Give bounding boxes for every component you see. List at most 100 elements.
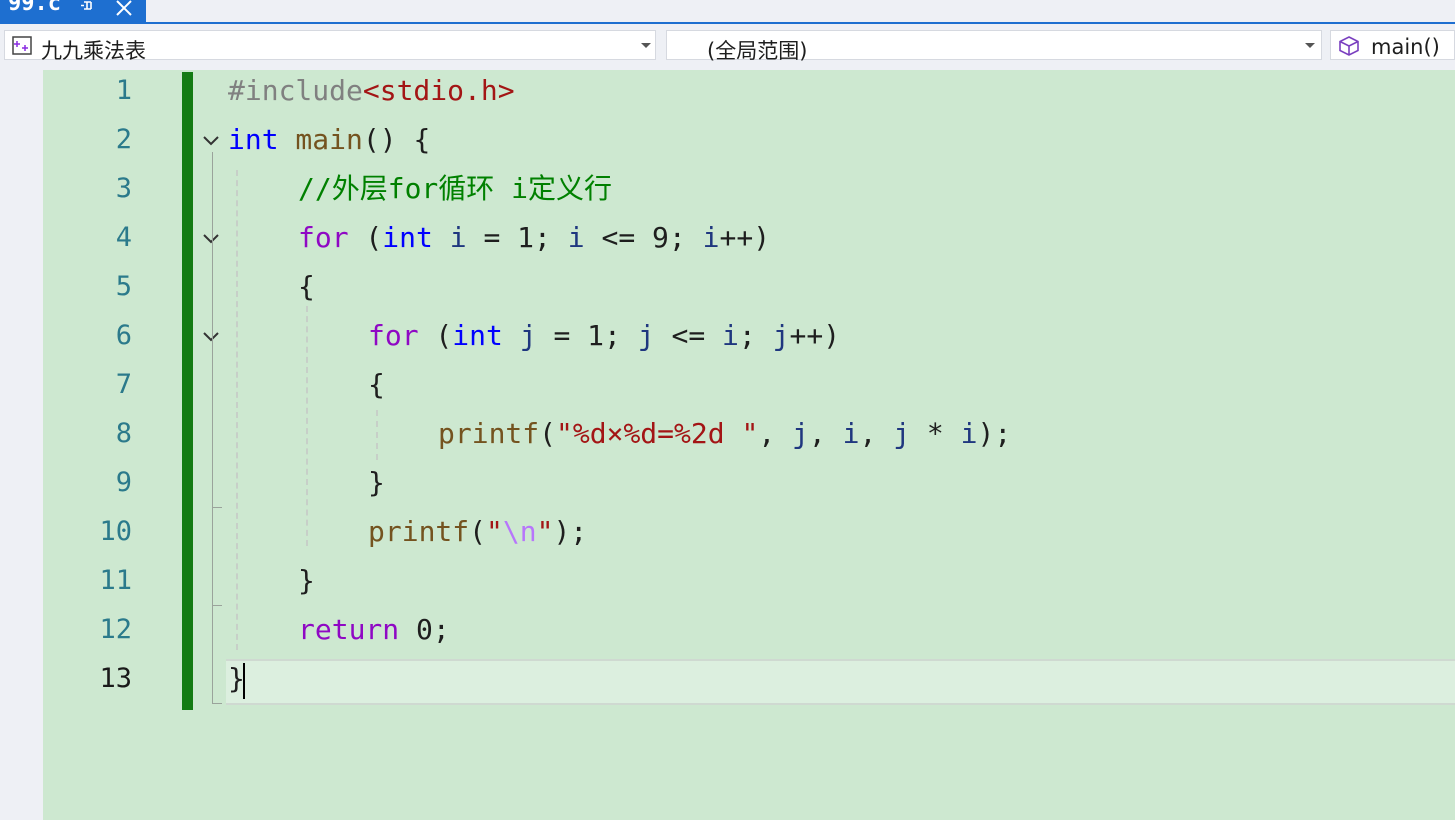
chevron-down-icon[interactable] — [641, 43, 651, 48]
punctuation: ( — [469, 515, 487, 548]
fold-region-end — [212, 703, 222, 704]
close-icon[interactable] — [114, 0, 134, 18]
indent-guide — [306, 306, 308, 546]
code-line-5[interactable]: { — [298, 272, 315, 302]
fold-chevron-icon[interactable] — [202, 232, 220, 246]
punctuation: * — [910, 417, 961, 450]
line-number: 12 — [99, 614, 132, 645]
navigation-bar: 九九乘法表 (全局范围) main() — [0, 24, 1455, 70]
fold-chevron-icon[interactable] — [202, 330, 220, 344]
punctuation: ++) — [719, 221, 771, 254]
punctuation: = 1; — [536, 319, 638, 352]
change-tracking-bar — [182, 72, 193, 710]
scope-label: (全局范围) — [707, 39, 808, 63]
variable: j — [772, 319, 790, 352]
line-number: 4 — [115, 222, 132, 253]
tab-strip: 99.c — [0, 0, 1455, 24]
punctuation: ++) — [789, 319, 841, 352]
punctuation: ); — [977, 417, 1012, 450]
file-tab-99c[interactable]: 99.c — [0, 0, 146, 22]
punctuation: ( — [418, 319, 453, 352]
code-line-8[interactable]: printf("%d×%d=%2d ", j, i, j * i); — [438, 419, 1011, 449]
string-literal: "%d×%d=%2d " — [556, 417, 759, 450]
fold-region-end — [212, 605, 222, 606]
preprocessor: #include — [228, 74, 363, 107]
punctuation: 0; — [399, 613, 450, 646]
punctuation: ( — [348, 221, 383, 254]
fold-chevron-icon[interactable] — [202, 134, 220, 148]
variable: i — [567, 221, 585, 254]
code-line-7[interactable]: { — [368, 370, 385, 400]
brace: } — [298, 564, 315, 597]
keyword: int — [228, 123, 279, 156]
cube-icon — [1339, 36, 1359, 56]
project-icon — [12, 36, 32, 55]
include-header: <stdio.h> — [362, 74, 515, 107]
punctuation: <= 9; — [584, 221, 703, 254]
tab-title: 99.c — [8, 0, 61, 16]
line-number: 8 — [115, 418, 132, 449]
project-label: 九九乘法表 — [41, 39, 146, 63]
indent-guide — [236, 170, 238, 650]
code-line-9[interactable]: } — [368, 468, 385, 498]
keyword: int — [452, 319, 503, 352]
function-name: main — [278, 123, 363, 156]
indent-guide — [376, 410, 378, 460]
code-line-4[interactable]: for (int i = 1; i <= 9; i++) — [298, 223, 770, 253]
function-name: printf — [368, 515, 470, 548]
string-quote: " — [536, 515, 554, 548]
code-line-2[interactable]: int main() { — [228, 125, 430, 155]
brace: { — [298, 270, 315, 303]
line-number: 11 — [99, 565, 132, 596]
variable: i — [960, 417, 978, 450]
glyph-margin — [0, 70, 43, 820]
member-dropdown[interactable]: main() — [1330, 30, 1455, 60]
variable: i — [842, 417, 860, 450]
chevron-down-icon[interactable] — [1305, 43, 1315, 48]
brace: } — [368, 466, 385, 499]
line-number: 6 — [115, 320, 132, 351]
line-number: 2 — [115, 124, 132, 155]
line-number: 1 — [115, 75, 132, 106]
line-number: 5 — [115, 271, 132, 302]
escape-sequence: \n — [502, 515, 537, 548]
code-line-11[interactable]: } — [298, 566, 315, 596]
punctuation: , — [758, 417, 793, 450]
keyword: for — [368, 319, 419, 352]
variable: j — [792, 417, 809, 450]
code-line-3[interactable]: //外层for循环 i定义行 — [298, 174, 612, 204]
pin-icon[interactable] — [80, 0, 96, 14]
punctuation: ; — [738, 319, 773, 352]
keyword: return — [298, 613, 400, 646]
variable: i — [432, 221, 467, 254]
punctuation: , — [808, 417, 843, 450]
punctuation: <= — [654, 319, 723, 352]
keyword: for — [298, 221, 349, 254]
project-dropdown[interactable]: 九九乘法表 — [4, 30, 656, 63]
punctuation: , — [859, 417, 894, 450]
keyword: int — [382, 221, 433, 254]
code-line-12[interactable]: return 0; — [298, 615, 450, 645]
punctuation: () { — [362, 123, 431, 156]
line-number-current: 13 — [99, 663, 132, 694]
scope-dropdown[interactable]: (全局范围) — [666, 30, 1322, 63]
fold-region-end — [212, 507, 222, 508]
line-number: 9 — [115, 467, 132, 498]
code-editor[interactable]: 1 2 3 4 5 6 7 8 9 10 11 12 13 #include<s… — [0, 70, 1455, 820]
punctuation: ); — [553, 515, 588, 548]
variable: i — [722, 319, 739, 352]
line-number: 10 — [99, 516, 132, 547]
variable: j — [637, 319, 655, 352]
code-line-6[interactable]: for (int j = 1; j <= i; j++) — [368, 321, 840, 351]
code-line-10[interactable]: printf("\n"); — [368, 517, 587, 547]
variable: j — [502, 319, 537, 352]
member-label: main() — [1371, 35, 1440, 59]
punctuation: = 1; — [466, 221, 568, 254]
comment: //外层for循环 i定义行 — [298, 172, 613, 205]
code-line-1[interactable]: #include<stdio.h> — [228, 76, 515, 106]
variable: j — [893, 417, 911, 450]
line-number: 3 — [115, 173, 132, 204]
line-number: 7 — [115, 369, 132, 400]
string-quote: " — [486, 515, 503, 548]
function-name: printf — [438, 417, 540, 450]
